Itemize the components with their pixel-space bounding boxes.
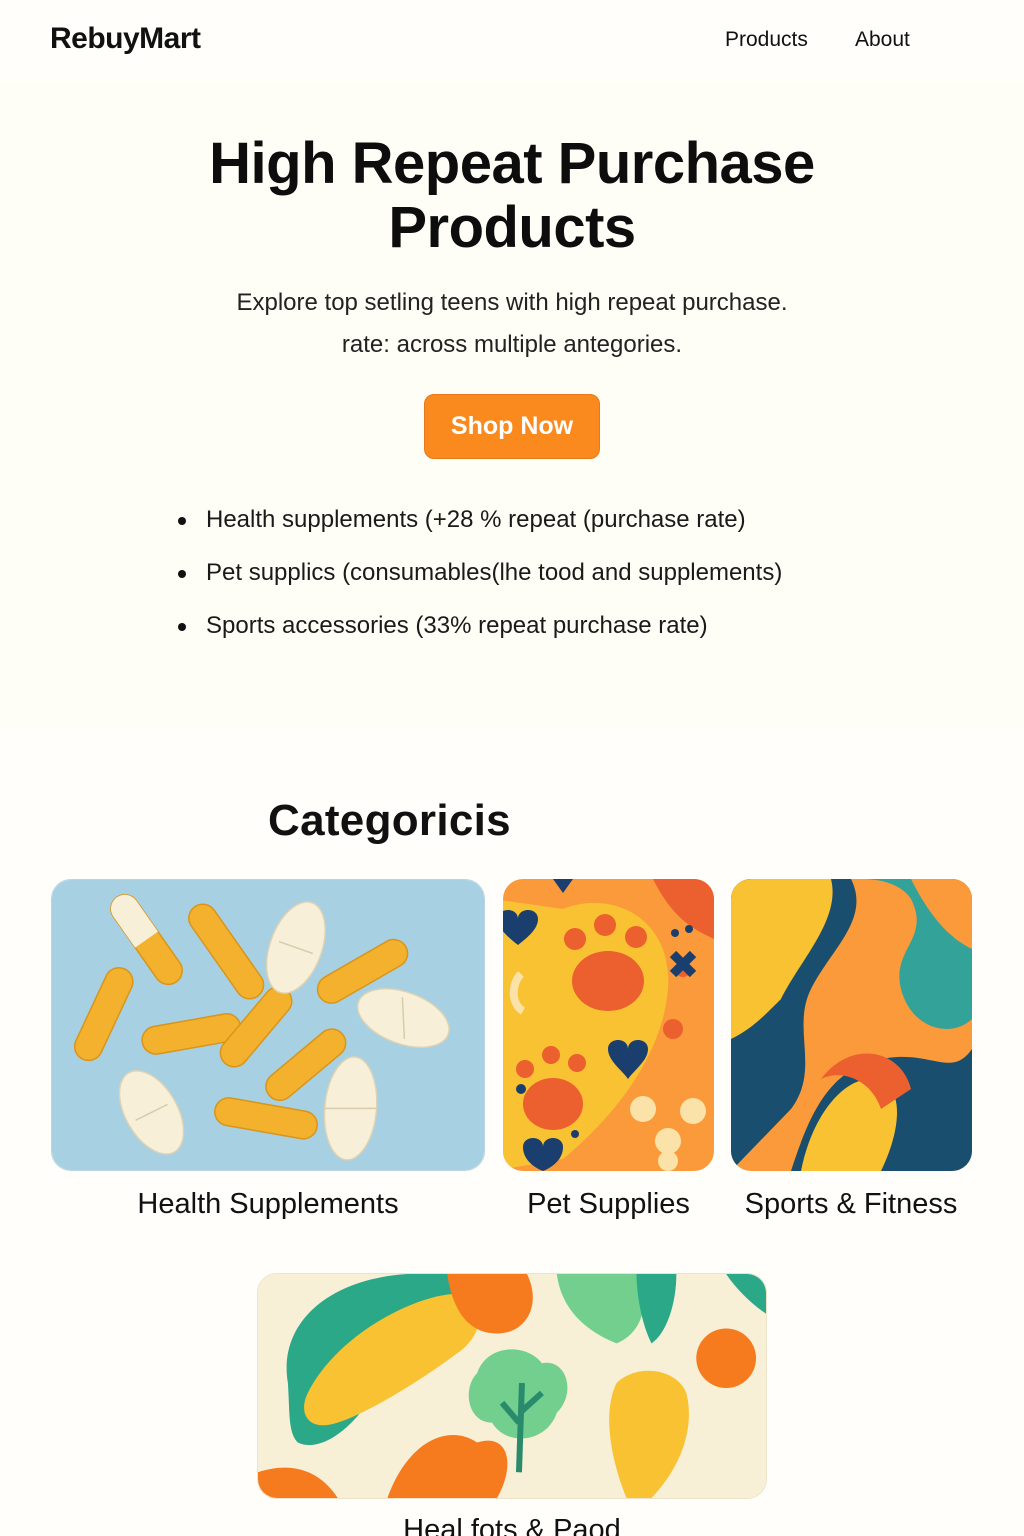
hero-subtitle-line-1: Explore top setling teens with high repe… — [236, 289, 788, 316]
site-header: RebuyMart Products About — [0, 0, 1024, 82]
category-card-food[interactable] — [257, 1273, 767, 1499]
hero-subtitle: Explore top setling teens with high repe… — [190, 282, 834, 366]
capsules-illustration — [52, 880, 484, 1170]
paw-prints-illustration — [503, 879, 714, 1171]
abstract-waves-illustration — [731, 879, 972, 1171]
highlight-pet: Pet supplics (consumables(lhe tood and s… — [176, 553, 936, 606]
category-label-sports[interactable]: Sports & Fitness — [725, 1188, 977, 1221]
highlights-list: Health supplements (+28 % repeat (purcha… — [176, 500, 936, 659]
highlight-sports: Sports accessories (33% repeat purchase … — [176, 606, 936, 659]
nav-about-link[interactable]: About — [855, 28, 910, 52]
category-label-food[interactable]: Heal fots & Paod — [257, 1514, 767, 1536]
category-label-health[interactable]: Health Supplements — [51, 1188, 485, 1221]
hero-section: High Repeat Purchase Products Explore to… — [0, 82, 1024, 728]
category-card-sports[interactable] — [731, 879, 972, 1171]
category-label-pet[interactable]: Pet Supplies — [503, 1188, 714, 1221]
hero-subtitle-line-2: rate: across multiple antegories. — [341, 331, 683, 358]
category-card-health[interactable] — [51, 879, 485, 1171]
page: RebuyMart Products About High Repeat Pur… — [0, 0, 1024, 1536]
hero-title: High Repeat Purchase Products — [209, 131, 815, 260]
vegetables-illustration — [258, 1274, 766, 1498]
nav-products-link[interactable]: Products — [725, 28, 808, 52]
highlight-health: Health supplements (+28 % repeat (purcha… — [176, 500, 936, 553]
categories-title: Categoricis — [268, 796, 511, 845]
category-card-pet[interactable] — [503, 879, 714, 1171]
shop-now-button[interactable]: Shop Now — [424, 394, 600, 459]
logo[interactable]: RebuyMart — [50, 22, 201, 56]
